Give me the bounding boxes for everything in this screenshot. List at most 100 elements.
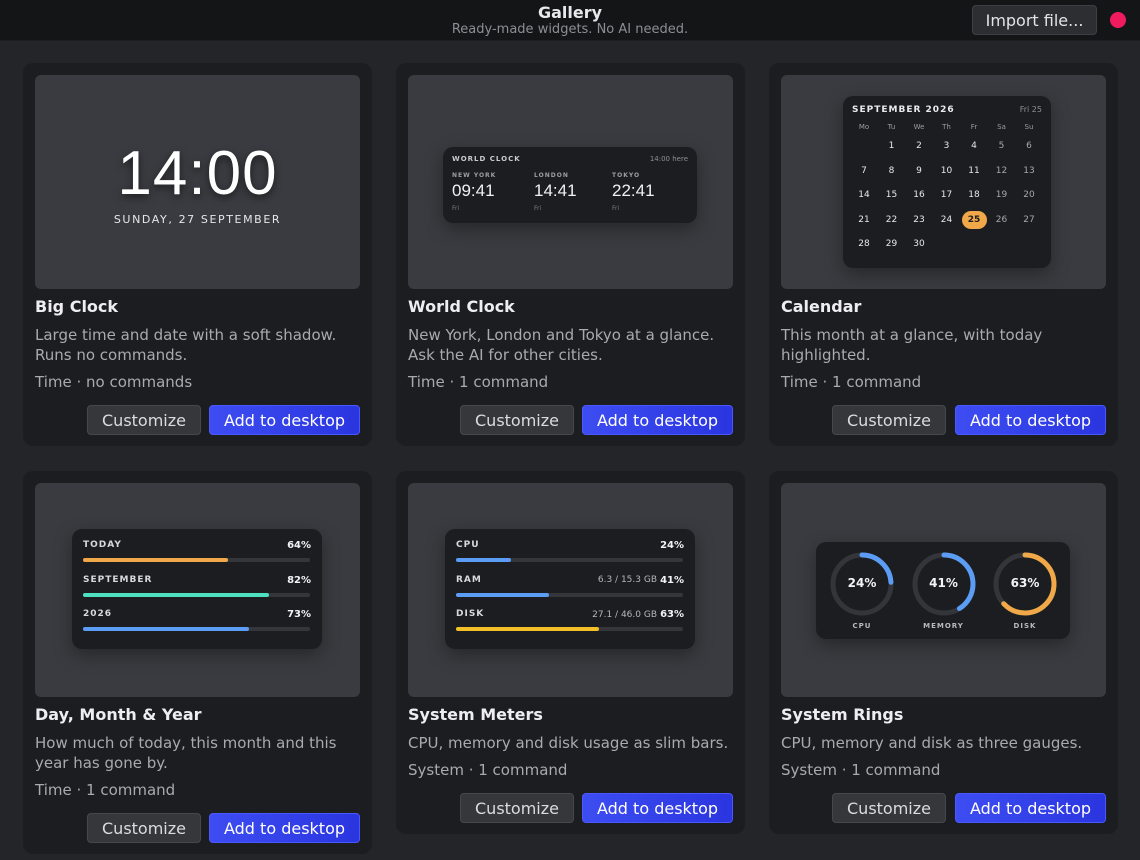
widget-description: How much of today, this month and this y… xyxy=(35,734,337,772)
customize-button[interactable]: Customize xyxy=(832,405,946,435)
widget-preview[interactable]: CPU 24% RAM 41% 6.3 / 15.3 GB DISK 63% 27.1 / 4… xyxy=(408,483,733,697)
clock-date: SUNDAY, 27 SEPTEMBER xyxy=(113,213,282,226)
bar-fill xyxy=(83,627,249,631)
local-time-label: 14:00 here xyxy=(649,155,688,163)
widget-description: This month at a glance, with today highl… xyxy=(781,326,1043,364)
import-file-button[interactable]: Import file... xyxy=(972,5,1097,35)
widget-description: New York, London and Tokyo at a glance. … xyxy=(408,326,715,364)
calendar-day: 10 xyxy=(940,165,953,176)
widget-card-system-rings: 24% CPU 41% MEMORY 63% DISK System Rings CPU,… xyxy=(769,471,1118,834)
calendar-day: 18 xyxy=(968,190,980,200)
calendar-day: 30 xyxy=(913,239,925,249)
bar-value: 73% xyxy=(287,609,311,620)
status-dot-icon xyxy=(1110,12,1126,28)
calendar-day: 24 xyxy=(940,214,953,225)
calendar-month: SEPTEMBER 2026 xyxy=(852,105,955,115)
widget-title: Calendar xyxy=(781,297,862,316)
widget-card-day-month-year: TODAY 64% SEPTEMBER 82% 2026 73% Day, Month &… xyxy=(23,471,372,854)
calendar-day: 20 xyxy=(1023,190,1035,200)
calendar-day: 21 xyxy=(858,214,870,225)
calendar-day: 26 xyxy=(995,214,1008,225)
widget-preview[interactable]: 24% CPU 41% MEMORY 63% DISK xyxy=(781,483,1106,697)
add-to-desktop-button[interactable]: Add to desktop xyxy=(955,405,1106,435)
widget-meta: Time · 1 command xyxy=(408,373,549,391)
customize-button[interactable]: Customize xyxy=(460,793,574,823)
calendar-day: 2 xyxy=(916,141,922,151)
bar-fill xyxy=(456,592,550,597)
calendar-day: 11 xyxy=(968,165,980,176)
city-name: NEW YORK xyxy=(452,172,497,179)
weekday-label: Mo xyxy=(858,123,870,131)
calendar-day: 12 xyxy=(995,165,1008,176)
city-time: 09:41 xyxy=(452,181,495,200)
bar-detail: 27.1 / 46.0 GB xyxy=(592,609,657,620)
bar-value: 41% xyxy=(660,574,684,586)
calendar-day: 17 xyxy=(940,190,953,200)
window-title: Gallery xyxy=(537,3,603,22)
gauge-value: 41% xyxy=(929,576,958,590)
calendar-day: 13 xyxy=(1023,165,1035,176)
customize-button[interactable]: Customize xyxy=(87,813,201,843)
bar-value: 64% xyxy=(287,540,311,551)
widget-title: System Rings xyxy=(781,705,904,724)
bar-fill xyxy=(83,558,229,562)
bar-value: 82% xyxy=(287,574,311,586)
gauge-value: 63% xyxy=(1010,576,1040,590)
widget-preview[interactable]: WORLD CLOCK 14:00 here NEW YORK 09:41 Fr… xyxy=(408,75,733,289)
bar-fill xyxy=(83,592,270,597)
bar-track xyxy=(456,627,683,631)
calendar-day: 7 xyxy=(861,165,867,176)
city-name: LONDON xyxy=(534,172,569,179)
weekday-label: Fr xyxy=(970,123,978,131)
calendar-today-label: Fri 25 xyxy=(1019,105,1042,114)
widget-preview[interactable]: TODAY 64% SEPTEMBER 82% 2026 73% xyxy=(35,483,360,697)
widget-meta: System · 1 command xyxy=(408,761,568,779)
bar-value: 24% xyxy=(660,540,684,551)
add-to-desktop-button[interactable]: Add to desktop xyxy=(955,793,1106,823)
add-to-desktop-button[interactable]: Add to desktop xyxy=(209,405,360,435)
widget-preview[interactable]: SEPTEMBER 2026 Fri 25 Mo Tu We Th Fr Sa Su 1 2 3 4… xyxy=(781,75,1106,289)
calendar-day: 3 xyxy=(943,141,950,151)
widget-title: World Clock xyxy=(408,297,515,316)
city-day: Fri xyxy=(612,205,620,212)
calendar-day: 4 xyxy=(971,141,977,151)
calendar-day: 23 xyxy=(913,214,925,225)
calendar-day: 14 xyxy=(858,190,870,200)
customize-button[interactable]: Customize xyxy=(460,405,574,435)
widget-description: CPU, memory and disk usage as slim bars. xyxy=(408,734,729,752)
system-meters-widget: CPU 24% RAM 41% 6.3 / 15.3 GB DISK 63% 27.1 / 4… xyxy=(445,529,695,649)
bar-value: 63% xyxy=(660,609,684,620)
calendar-day: 5 xyxy=(998,141,1005,151)
window-subtitle: Ready-made widgets. No AI needed. xyxy=(451,22,689,37)
add-to-desktop-button[interactable]: Add to desktop xyxy=(582,405,733,435)
widget-title: Big Clock xyxy=(35,297,119,316)
widget-meta: Time · 1 command xyxy=(781,373,922,391)
calendar-day: 6 xyxy=(1026,141,1032,151)
calendar-day: 9 xyxy=(916,165,922,176)
add-to-desktop-button[interactable]: Add to desktop xyxy=(582,793,733,823)
widget-meta: Time · 1 command xyxy=(35,781,176,799)
city-day: Fri xyxy=(452,205,460,212)
system-rings-widget: 24% CPU 41% MEMORY 63% DISK xyxy=(816,542,1070,639)
calendar-day: 1 xyxy=(888,141,895,151)
widget-title: System Meters xyxy=(408,705,543,724)
calendar-day: 25 xyxy=(967,214,981,225)
customize-button[interactable]: Customize xyxy=(832,793,946,823)
customize-button[interactable]: Customize xyxy=(87,405,201,435)
bar-track xyxy=(456,558,683,562)
add-to-desktop-button[interactable]: Add to desktop xyxy=(209,813,360,843)
clock-time: 14:00 xyxy=(117,139,278,208)
gauge-label: CPU xyxy=(852,622,872,630)
calendar-day: 16 xyxy=(913,190,925,200)
world-clock-label: WORLD CLOCK xyxy=(452,155,521,163)
widget-card-system-meters: CPU 24% RAM 41% 6.3 / 15.3 GB DISK 63% 27.1 / 4… xyxy=(396,471,745,834)
bar-track xyxy=(83,592,310,597)
weekday-label: We xyxy=(913,123,925,131)
city-day: Fri xyxy=(534,205,542,212)
widget-preview[interactable]: 14:00 SUNDAY, 27 SEPTEMBER xyxy=(35,75,360,289)
bar-label: RAM xyxy=(456,574,482,585)
widget-description: Large time and date with a soft shadow. … xyxy=(35,326,337,364)
calendar-day: 22 xyxy=(885,214,898,225)
widget-card-calendar: SEPTEMBER 2026 Fri 25 Mo Tu We Th Fr Sa Su 1 2 3 4… xyxy=(769,63,1118,446)
bar-fill xyxy=(456,558,511,562)
